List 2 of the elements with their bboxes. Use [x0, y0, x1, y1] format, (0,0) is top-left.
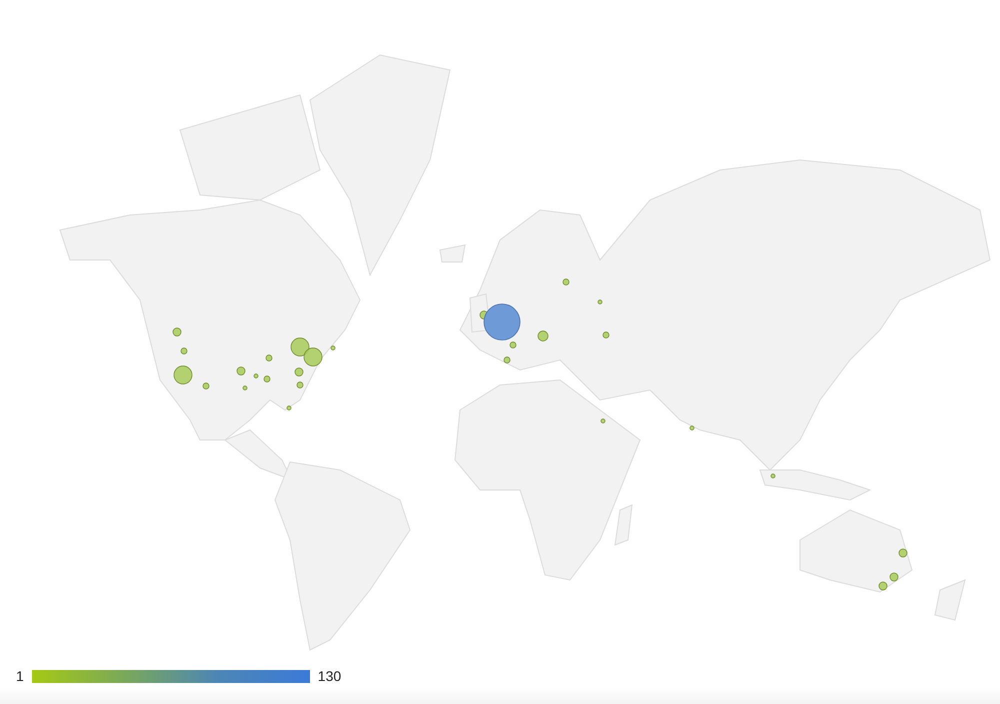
legend-min-label: 1	[16, 668, 24, 684]
legend-max-label: 130	[318, 668, 342, 684]
